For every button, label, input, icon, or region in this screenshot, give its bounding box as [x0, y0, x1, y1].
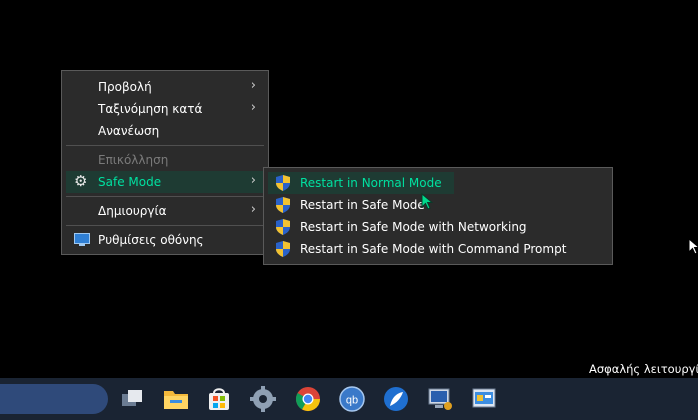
microsoft-store-icon[interactable]	[205, 385, 233, 413]
menu-separator	[66, 225, 264, 226]
menu-item-label: Ταξινόμηση κατά	[98, 102, 203, 116]
taskbar-search-box[interactable]	[0, 384, 108, 414]
gear-icon: ⚙	[74, 172, 88, 190]
menu-item-paste: Επικόλληση	[66, 149, 264, 171]
task-view-icon[interactable]	[118, 385, 146, 413]
safe-mode-watermark: Ασφαλής λειτουργία	[589, 362, 698, 376]
menu-item-view[interactable]: Προβολή ›	[66, 76, 264, 98]
qbittorrent-icon[interactable]: qb	[338, 385, 366, 413]
mouse-cursor-icon	[421, 193, 433, 210]
menu-item-label: Προβολή	[98, 80, 152, 94]
safe-mode-submenu: Restart in Normal Mode Restart in Safe M…	[263, 167, 613, 265]
submenu-item-restart-safe[interactable]: Restart in Safe Mode	[268, 194, 568, 216]
menu-item-display-settings[interactable]: Ρυθμίσεις οθόνης	[66, 229, 264, 251]
feather-app-icon[interactable]	[382, 385, 410, 413]
file-explorer-icon[interactable]	[162, 385, 190, 413]
control-panel-icon[interactable]	[470, 385, 498, 413]
uac-shield-icon	[276, 197, 290, 213]
mouse-cursor-icon	[688, 238, 698, 255]
menu-item-label: Ρυθμίσεις οθόνης	[98, 233, 204, 247]
submenu-item-label: Restart in Safe Mode with Command Prompt	[300, 242, 567, 256]
uac-shield-icon	[276, 219, 290, 235]
submenu-item-label: Restart in Safe Mode	[300, 198, 425, 212]
system-monitor-icon[interactable]	[426, 385, 454, 413]
menu-item-label: Safe Mode	[98, 175, 162, 189]
menu-item-sort-by[interactable]: Ταξινόμηση κατά ›	[66, 98, 264, 120]
chrome-icon[interactable]	[294, 385, 322, 413]
submenu-item-label: Restart in Safe Mode with Networking	[300, 220, 527, 234]
submenu-item-restart-safe-networking[interactable]: Restart in Safe Mode with Networking	[268, 216, 568, 238]
submenu-item-label: Restart in Normal Mode	[300, 176, 442, 190]
menu-separator	[66, 145, 264, 146]
chevron-right-icon: ›	[250, 202, 256, 217]
menu-separator	[66, 196, 264, 197]
uac-shield-icon	[276, 241, 290, 257]
menu-item-new[interactable]: Δημιουργία ›	[66, 200, 264, 222]
menu-item-label: Ανανέωση	[98, 124, 160, 138]
submenu-item-restart-safe-cmd[interactable]: Restart in Safe Mode with Command Prompt	[268, 238, 598, 260]
uac-shield-icon	[276, 175, 290, 191]
svg-text:qb: qb	[346, 395, 358, 407]
settings-gear-icon[interactable]	[249, 385, 277, 413]
menu-item-label: Δημιουργία	[98, 204, 167, 218]
menu-item-safe-mode[interactable]: ⚙ Safe Mode ›	[66, 171, 264, 193]
submenu-item-restart-normal[interactable]: Restart in Normal Mode	[268, 172, 454, 194]
chevron-right-icon: ›	[250, 100, 256, 115]
desktop-context-menu: Προβολή › Ταξινόμηση κατά › Ανανέωση Επι…	[61, 70, 269, 255]
menu-item-refresh[interactable]: Ανανέωση	[66, 120, 264, 142]
display-settings-icon	[74, 233, 90, 246]
menu-item-label: Επικόλληση	[98, 153, 169, 167]
chevron-right-icon: ›	[250, 173, 256, 188]
taskbar: qb	[0, 378, 698, 420]
chevron-right-icon: ›	[250, 78, 256, 93]
